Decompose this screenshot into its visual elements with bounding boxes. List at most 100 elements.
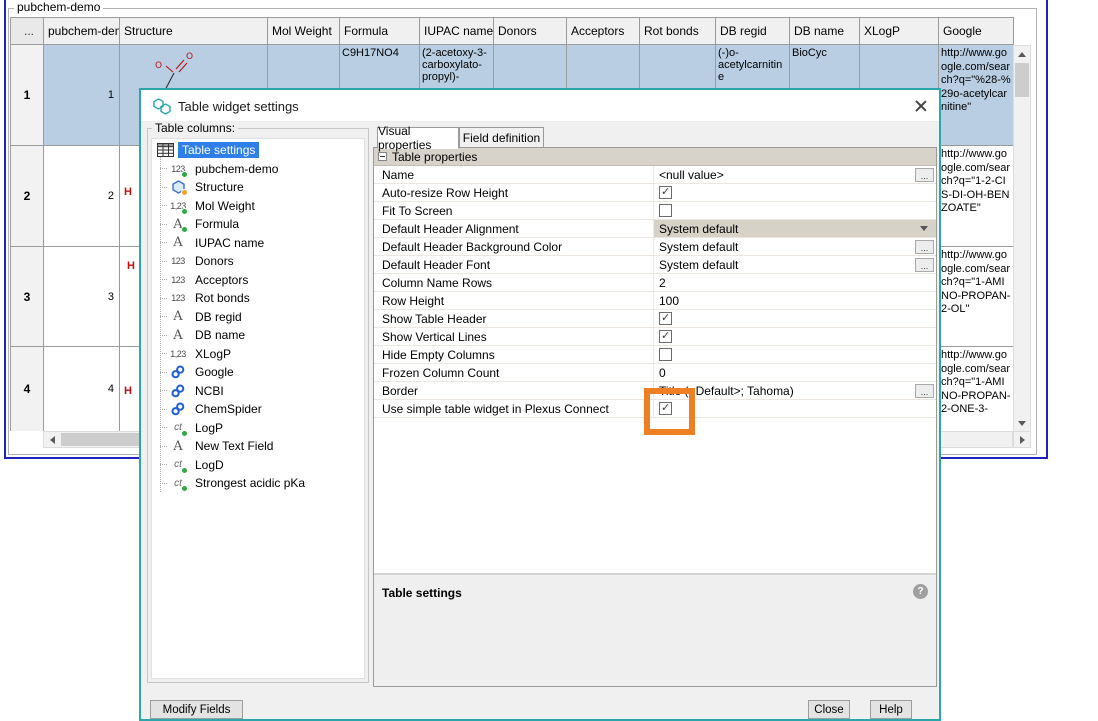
close-button[interactable]: Close xyxy=(808,700,850,719)
tree-item-pubchem-demo[interactable]: 123pubchem-demo xyxy=(152,160,282,178)
property-row-default-header-background-color[interactable]: Default Header Background Color System d… xyxy=(374,238,936,256)
tree-item-logd[interactable]: ctLogD xyxy=(152,456,228,474)
tree-item-structure[interactable]: Structure xyxy=(152,178,248,196)
cell-google[interactable]: http://www.google.com/search?q="1-AMINO-… xyxy=(939,247,1014,346)
tree-item-iupac-name[interactable]: AIUPAC name xyxy=(152,234,268,252)
tree-item-ncbi[interactable]: NCBI xyxy=(152,382,228,400)
vertical-scroll-thumb[interactable] xyxy=(1015,63,1029,97)
tree-item-mol-weight[interactable]: 1,23Mol Weight xyxy=(152,197,259,215)
ellipsis-button[interactable]: ... xyxy=(915,384,934,398)
row-header[interactable]: 2 xyxy=(11,146,44,246)
property-row-frozen-column-count[interactable]: Frozen Column Count 0 xyxy=(374,364,936,382)
column-header-donors[interactable]: Donors xyxy=(494,18,567,44)
property-row-fit-to-screen[interactable]: Fit To Screen xyxy=(374,202,936,220)
tree-item-google[interactable]: Google xyxy=(152,363,238,381)
checkbox[interactable] xyxy=(659,348,672,361)
status-badge xyxy=(181,467,188,474)
column-header-rot-bonds[interactable]: Rot bonds xyxy=(640,18,716,44)
property-row-default-header-font[interactable]: Default Header Font System default... xyxy=(374,256,936,274)
left-arrow-icon xyxy=(50,436,55,444)
tree-item-logp[interactable]: ctLogP xyxy=(152,419,227,437)
property-label: Fit To Screen xyxy=(374,202,653,219)
tree-item-label: Donors xyxy=(191,253,238,269)
integer-field-icon: 123 xyxy=(167,161,189,177)
table-corner-button[interactable]: ... xyxy=(11,18,44,44)
tree-item-label: IUPAC name xyxy=(191,235,268,251)
tree-item-label: XLogP xyxy=(191,346,235,362)
cell-pubchem-demo[interactable]: 3 xyxy=(44,247,120,346)
cell-google[interactable]: http://www.google.com/search?q="1-2-CIS-… xyxy=(939,146,1014,246)
tree-item-strongest-acidic-pka[interactable]: ctStrongest acidic pKa xyxy=(152,474,309,492)
column-header-db-regid[interactable]: DB regid xyxy=(716,18,790,44)
tree-item-label: DB regid xyxy=(191,309,246,325)
tree-item-table-settings[interactable]: Table settings xyxy=(154,141,259,159)
column-header-iupac-name[interactable]: IUPAC name xyxy=(420,18,494,44)
property-label: Default Header Background Color xyxy=(374,238,653,255)
column-header-structure[interactable]: Structure xyxy=(120,18,268,44)
cell-pubchem-demo[interactable]: 2 xyxy=(44,146,120,246)
tree-item-label: New Text Field xyxy=(191,438,277,454)
property-row-row-height[interactable]: Row Height 100 xyxy=(374,292,936,310)
dialog-titlebar[interactable]: Table widget settings xyxy=(141,90,939,122)
tree-item-xlogp[interactable]: 1,23XLogP xyxy=(152,345,235,363)
vertical-scrollbar[interactable] xyxy=(1013,45,1031,432)
collapse-icon[interactable] xyxy=(378,152,387,161)
modify-fields-button[interactable]: Modify Fields xyxy=(150,700,243,719)
property-row-show-table-header[interactable]: Show Table Header xyxy=(374,310,936,328)
property-row-column-name-rows[interactable]: Column Name Rows 2 xyxy=(374,274,936,292)
tree-item-db-regid[interactable]: ADB regid xyxy=(152,308,246,326)
tree-item-rot-bonds[interactable]: 123Rot bonds xyxy=(152,289,254,307)
tree-item-db-name[interactable]: ADB name xyxy=(152,326,249,344)
checkbox[interactable] xyxy=(659,186,672,199)
column-header-google[interactable]: Google xyxy=(939,18,1014,44)
tree-item-formula[interactable]: AFormula xyxy=(152,215,243,233)
ellipsis-button[interactable]: ... xyxy=(915,168,934,182)
tree-stub xyxy=(160,168,167,169)
tab-visual-properties[interactable]: Visual properties xyxy=(377,127,459,149)
column-header-mol-weight[interactable]: Mol Weight xyxy=(268,18,340,44)
alignment-combobox[interactable]: System default xyxy=(653,220,936,237)
dialog-title: Table widget settings xyxy=(178,99,299,114)
property-row-hide-empty-columns[interactable]: Hide Empty Columns xyxy=(374,346,936,364)
column-header-pubchem-demo[interactable]: pubchem-demo xyxy=(44,18,120,44)
checkbox[interactable] xyxy=(659,204,672,217)
property-row-default-header-alignment[interactable]: Default Header Alignment System default xyxy=(374,220,936,238)
row-header[interactable]: 3 xyxy=(11,247,44,346)
scroll-right-button[interactable] xyxy=(1013,431,1031,448)
tree-item-new-text-field[interactable]: ANew Text Field xyxy=(152,437,277,455)
column-header-formula[interactable]: Formula xyxy=(340,18,420,44)
scroll-down-button[interactable] xyxy=(1014,415,1030,431)
tree-item-label: Mol Weight xyxy=(191,198,259,214)
help-icon[interactable]: ? xyxy=(913,584,928,599)
scroll-up-button[interactable] xyxy=(1014,46,1030,62)
columns-tree[interactable]: Table settings 123pubchem-demo Structure… xyxy=(151,138,365,679)
close-icon[interactable] xyxy=(913,98,929,114)
cell-pubchem-demo[interactable]: 1 xyxy=(44,45,120,145)
tree-stub xyxy=(160,224,167,225)
table-properties-group-header[interactable]: Table properties xyxy=(374,148,936,166)
cell-google[interactable]: http://www.google.com/search?q="%28-%29o… xyxy=(939,45,1014,145)
checkbox[interactable] xyxy=(659,312,672,325)
row-header[interactable]: 4 xyxy=(11,347,44,431)
property-row-name[interactable]: Name <null value>... xyxy=(374,166,936,184)
row-header[interactable]: 1 xyxy=(11,45,44,145)
cell-pubchem-demo[interactable]: 4 xyxy=(44,347,120,431)
tree-item-chemspider[interactable]: ChemSpider xyxy=(152,400,266,418)
tab-field-definition[interactable]: Field definition xyxy=(459,127,544,148)
column-header-xlogp[interactable]: XLogP xyxy=(860,18,939,44)
tree-item-donors[interactable]: 123Donors xyxy=(152,252,238,270)
ellipsis-button[interactable]: ... xyxy=(915,258,934,272)
scroll-left-button[interactable] xyxy=(44,432,60,447)
tree-item-label: NCBI xyxy=(191,383,228,399)
ellipsis-button[interactable]: ... xyxy=(915,240,934,254)
help-button[interactable]: Help xyxy=(870,700,912,719)
checkbox[interactable] xyxy=(659,330,672,343)
property-label: Border xyxy=(374,382,653,399)
column-header-db-name[interactable]: DB name xyxy=(790,18,860,44)
cell-google[interactable]: http://www.google.com/search?q="1-AMINO-… xyxy=(939,347,1014,431)
property-row-show-vertical-lines[interactable]: Show Vertical Lines xyxy=(374,328,936,346)
property-row-auto-resize-row-height[interactable]: Auto-resize Row Height xyxy=(374,184,936,202)
url-field-icon xyxy=(167,401,189,417)
tree-item-acceptors[interactable]: 123Acceptors xyxy=(152,271,252,289)
column-header-acceptors[interactable]: Acceptors xyxy=(567,18,640,44)
